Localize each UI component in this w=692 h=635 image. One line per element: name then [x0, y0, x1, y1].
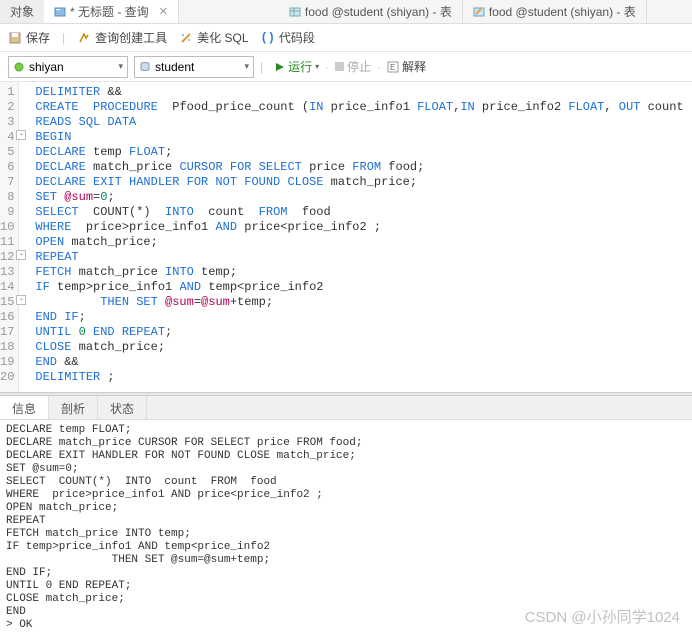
- fold-toggle[interactable]: -: [16, 250, 26, 260]
- tab-food-table-2[interactable]: food @student (shiyan) - 表: [463, 0, 647, 23]
- toolbar: 保存 | 查询创建工具 美化 SQL () 代码段: [0, 24, 692, 52]
- result-tabs: 信息 剖析 状态: [0, 396, 692, 420]
- chevron-down-icon: ▾: [244, 61, 249, 72]
- output-panel: DECLARE temp FLOAT; DECLARE match_price …: [0, 420, 692, 630]
- line-number: 9: [0, 205, 14, 220]
- chevron-down-icon: ▾: [315, 62, 319, 71]
- line-number: 10: [0, 220, 14, 235]
- chevron-down-icon: ▾: [118, 61, 123, 72]
- table-icon: [289, 6, 301, 18]
- stop-icon: [335, 62, 344, 71]
- code-line[interactable]: CREATE PROCEDURE Pfood_price_count (IN p…: [35, 100, 692, 115]
- code-line[interactable]: UNTIL 0 END REPEAT;: [35, 325, 692, 340]
- code-line[interactable]: DECLARE match_price CURSOR FOR SELECT pr…: [35, 160, 692, 175]
- code-line[interactable]: CLOSE match_price;: [35, 340, 692, 355]
- svg-text:E: E: [390, 63, 395, 72]
- code-line[interactable]: DELIMITER &&: [35, 85, 692, 100]
- design-icon: [473, 6, 485, 18]
- schema-select[interactable]: student▾: [134, 56, 254, 78]
- stop-button: 停止: [335, 58, 371, 75]
- fold-toggle[interactable]: -: [16, 130, 26, 140]
- line-number: 11: [0, 235, 14, 250]
- explain-button[interactable]: E 解释: [387, 58, 426, 75]
- builder-icon: [77, 31, 91, 45]
- save-button[interactable]: 保存: [8, 29, 50, 46]
- connection-row: shiyan▾ student▾ | 运行 ▾ · 停止 · E 解释: [0, 52, 692, 82]
- tab-label: food @student (shiyan) - 表: [489, 3, 636, 20]
- beautify-sql-button[interactable]: 美化 SQL: [179, 29, 248, 46]
- result-tab-info[interactable]: 信息: [0, 396, 49, 419]
- line-number: 1: [0, 85, 14, 100]
- code-line[interactable]: OPEN match_price;: [35, 235, 692, 250]
- code-area[interactable]: DELIMITER &&CREATE PROCEDURE Pfood_price…: [19, 82, 692, 392]
- db-icon: [139, 61, 151, 73]
- result-tab-status[interactable]: 状态: [98, 396, 147, 419]
- line-number: 14: [0, 280, 14, 295]
- query-icon: [54, 6, 66, 18]
- save-icon: [8, 31, 22, 45]
- line-number: 3: [0, 115, 14, 130]
- tab-query-active[interactable]: * 无标题 - 查询 ✕: [44, 0, 179, 23]
- code-line[interactable]: THEN SET @sum=@sum+temp;: [35, 295, 692, 310]
- code-line[interactable]: DECLARE EXIT HANDLER FOR NOT FOUND CLOSE…: [35, 175, 692, 190]
- line-number: 6: [0, 160, 14, 175]
- run-button[interactable]: 运行 ▾: [275, 58, 319, 75]
- code-line[interactable]: REPEAT: [35, 250, 692, 265]
- line-gutter: 1234-56789101112-131415-1617181920: [0, 82, 19, 392]
- editor-tabs: 对象 * 无标题 - 查询 ✕ food @student (shiyan) -…: [0, 0, 692, 24]
- line-number: 17: [0, 325, 14, 340]
- tab-label: * 无标题 - 查询: [70, 3, 149, 20]
- code-line[interactable]: SET @sum=0;: [35, 190, 692, 205]
- close-icon[interactable]: ✕: [159, 5, 168, 18]
- parens-icon: (): [261, 31, 275, 45]
- code-line[interactable]: END IF;: [35, 310, 692, 325]
- code-snippet-button[interactable]: () 代码段: [261, 29, 315, 46]
- code-line[interactable]: DECLARE temp FLOAT;: [35, 145, 692, 160]
- line-number: 18: [0, 340, 14, 355]
- tab-objects[interactable]: 对象: [0, 0, 44, 23]
- line-number: 2: [0, 100, 14, 115]
- result-tab-profile[interactable]: 剖析: [49, 396, 98, 419]
- query-builder-button[interactable]: 查询创建工具: [77, 29, 167, 46]
- plug-icon: [13, 61, 25, 73]
- code-line[interactable]: IF temp>price_info1 AND temp<price_info2: [35, 280, 692, 295]
- line-number: 8: [0, 190, 14, 205]
- sql-editor[interactable]: 1234-56789101112-131415-1617181920 DELIM…: [0, 82, 692, 392]
- code-line[interactable]: DELIMITER ;: [35, 370, 692, 385]
- line-number: 13: [0, 265, 14, 280]
- code-line[interactable]: READS SQL DATA: [35, 115, 692, 130]
- explain-icon: E: [387, 61, 399, 73]
- line-number: 12-: [0, 250, 14, 265]
- line-number: 15-: [0, 295, 14, 310]
- connection-select[interactable]: shiyan▾: [8, 56, 128, 78]
- code-line[interactable]: FETCH match_price INTO temp;: [35, 265, 692, 280]
- code-line[interactable]: WHERE price>price_info1 AND price<price_…: [35, 220, 692, 235]
- wand-icon: [179, 31, 193, 45]
- fold-toggle[interactable]: -: [16, 295, 26, 305]
- line-number: 20: [0, 370, 14, 385]
- line-number: 7: [0, 175, 14, 190]
- tab-label: food @student (shiyan) - 表: [305, 3, 452, 20]
- line-number: 5: [0, 145, 14, 160]
- line-number: 16: [0, 310, 14, 325]
- play-icon: [275, 62, 285, 72]
- tab-food-table-1[interactable]: food @student (shiyan) - 表: [279, 0, 463, 23]
- code-line[interactable]: BEGIN: [35, 130, 692, 145]
- code-line[interactable]: END &&: [35, 355, 692, 370]
- line-number: 4-: [0, 130, 14, 145]
- code-line[interactable]: SELECT COUNT(*) INTO count FROM food: [35, 205, 692, 220]
- line-number: 19: [0, 355, 14, 370]
